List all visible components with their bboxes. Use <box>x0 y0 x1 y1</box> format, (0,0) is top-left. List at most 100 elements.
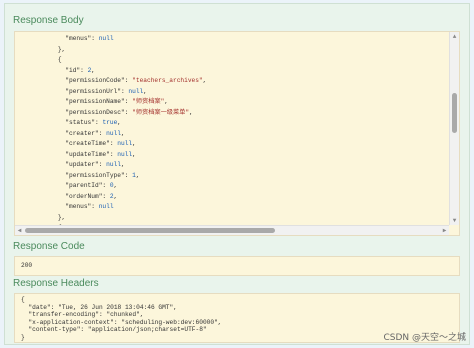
code-line-indent <box>43 193 65 200</box>
code-line: { <box>43 55 206 66</box>
horizontal-scrollbar[interactable]: ◀ ▶ <box>15 225 449 235</box>
code-line-indent <box>43 46 58 53</box>
code-line-indent <box>43 35 65 42</box>
code-line-end: , <box>113 192 118 200</box>
code-line: "menus": null <box>43 34 206 45</box>
code-key: "updateTime" <box>65 150 110 158</box>
response-body-title: Response Body <box>13 15 84 26</box>
scroll-down-icon[interactable]: ▼ <box>450 216 459 225</box>
code-value: }, <box>57 213 66 221</box>
response-headers-lines: { "date": "Tue, 26 Jun 2018 13:04:46 GMT… <box>21 296 222 342</box>
code-line-end: , <box>132 150 136 158</box>
code-line-indent <box>43 67 65 74</box>
header-line: "content-type": "application/json;charse… <box>21 326 207 334</box>
code-line: "id": 2, <box>43 66 206 77</box>
code-separator: : <box>102 182 110 189</box>
code-line: "creater": null, <box>43 129 206 140</box>
code-line-end: , <box>202 77 207 84</box>
code-line-indent <box>43 130 65 137</box>
response-code-title: Response Code <box>13 241 85 252</box>
code-line-indent <box>43 151 65 158</box>
code-line-end: , <box>121 129 125 137</box>
code-line-end: , <box>143 87 147 95</box>
code-separator: : <box>80 66 88 74</box>
code-line: "permissionType": 1, <box>43 171 206 182</box>
code-line-indent <box>43 203 65 210</box>
code-separator: : <box>91 203 99 210</box>
code-line: "permissionCode": "teachers_archives", <box>43 76 206 87</box>
code-line-indent <box>43 56 58 63</box>
code-line-end: , <box>132 140 136 147</box>
code-line: "updateTime": null, <box>43 150 206 161</box>
code-line-end: , <box>164 98 169 105</box>
watermark: CSDN @天空～之城 <box>383 333 466 343</box>
code-line: "createTime": null, <box>43 139 206 150</box>
code-value: null <box>98 35 114 42</box>
code-line: "status": true, <box>43 118 206 129</box>
code-line-indent <box>43 109 65 116</box>
code-value: null <box>117 150 133 158</box>
code-value: null <box>106 129 121 137</box>
header-line: } <box>21 333 25 341</box>
code-line-indent <box>43 214 58 221</box>
code-line-indent <box>43 140 65 147</box>
code-line: "permissionName": "师资档案", <box>43 97 206 108</box>
code-line-end: , <box>135 171 140 179</box>
code-line-end: , <box>91 66 96 74</box>
code-value: null <box>106 161 121 168</box>
code-key: "updater" <box>65 161 99 168</box>
code-line-indent <box>43 119 65 126</box>
code-line-indent <box>43 172 65 179</box>
response-code-value: 200 <box>21 262 33 269</box>
header-line: "date": "Tue, 26 Jun 2018 13:04:46 GMT", <box>21 303 177 311</box>
response-body-code[interactable]: "menus": null }, { "id": 2, "permissionC… <box>14 31 460 236</box>
code-value: null <box>117 140 133 147</box>
code-value: "师资档案一级菜单" <box>132 108 190 116</box>
scroll-left-icon[interactable]: ◀ <box>15 226 24 235</box>
code-value: "teachers_archives" <box>132 77 203 84</box>
code-line: "permissionUrl": null, <box>43 87 206 98</box>
response-panel: Response Body "menus": null }, { "id": 2… <box>4 3 470 345</box>
code-key: "parentId" <box>65 182 103 189</box>
code-line: "menus": null <box>43 202 206 213</box>
vertical-scrollbar[interactable]: ▲ ▼ <box>449 32 459 225</box>
code-line-end: , <box>189 108 193 116</box>
code-line: }, <box>43 45 206 56</box>
code-key: "status" <box>65 119 95 126</box>
code-key: "permissionCode" <box>65 77 125 84</box>
code-key: "menus" <box>65 203 92 210</box>
code-key: "permissionDesc" <box>65 108 125 116</box>
code-line: "updater": null, <box>43 160 206 171</box>
code-key: "permissionUrl" <box>65 87 121 95</box>
code-line: "orderNum": 2, <box>43 192 206 203</box>
code-line: "permissionDesc": "师资档案一级菜单", <box>43 108 206 119</box>
code-key: "id" <box>65 66 81 74</box>
code-value: null <box>98 203 114 210</box>
code-key: "createTime" <box>65 140 110 147</box>
code-key: "creater" <box>65 129 99 137</box>
code-value: "师资档案" <box>132 98 165 105</box>
response-code-box: 200 <box>14 256 460 276</box>
code-key: "permissionType" <box>65 171 125 179</box>
code-line: }, <box>43 213 206 224</box>
header-line: "x-application-context": "scheduling-web… <box>21 318 222 326</box>
code-line-indent <box>43 98 65 105</box>
scroll-up-icon[interactable]: ▲ <box>450 32 459 41</box>
code-line-indent <box>43 161 65 168</box>
code-value: { <box>57 56 62 63</box>
code-line-indent <box>43 77 65 84</box>
code-value: }, <box>57 45 66 53</box>
code-line-indent <box>43 182 65 189</box>
response-body-lines: "menus": null }, { "id": 2, "permissionC… <box>43 34 207 235</box>
header-line: { <box>21 296 25 303</box>
code-key: "permissionName" <box>65 98 125 105</box>
horizontal-scroll-thumb[interactable] <box>25 228 275 233</box>
code-line-end: , <box>117 119 122 126</box>
header-line: "transfer-encoding": "chunked", <box>21 311 144 319</box>
scroll-right-icon[interactable]: ▶ <box>440 226 449 235</box>
code-line: "parentId": 0, <box>43 181 206 192</box>
vertical-scroll-thumb[interactable] <box>452 93 457 134</box>
code-line-indent <box>43 88 65 95</box>
code-separator: : <box>91 35 99 42</box>
code-key: "orderNum" <box>65 192 103 200</box>
